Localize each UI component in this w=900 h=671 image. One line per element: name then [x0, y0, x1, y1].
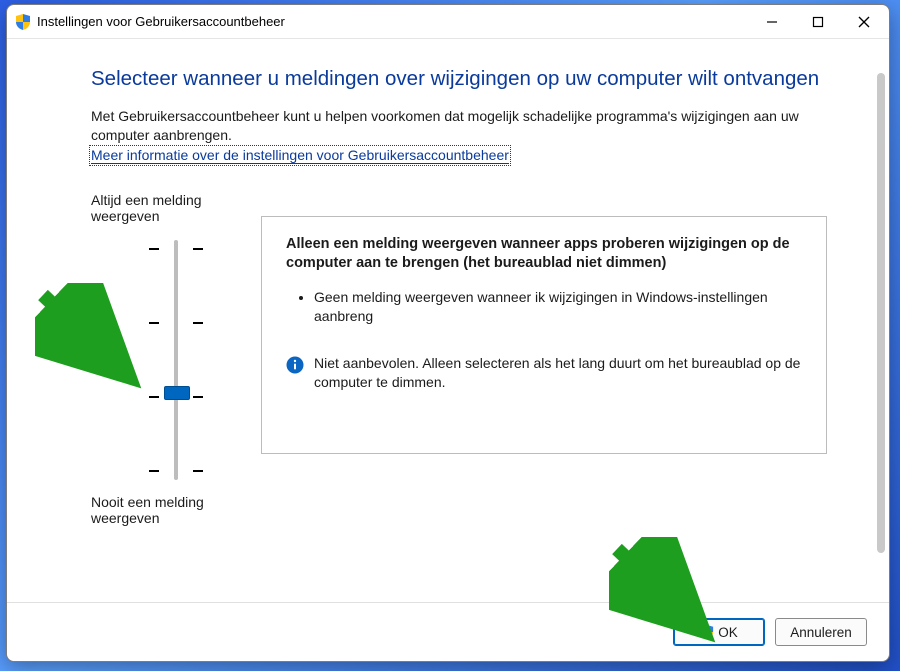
slider-tick-1	[149, 318, 203, 328]
slider-tick-0	[149, 244, 203, 254]
slider-track	[174, 240, 178, 480]
uac-settings-window: Instellingen voor Gebruikersaccountbehee…	[6, 4, 890, 662]
slider-tick-3	[149, 466, 203, 476]
level-description-panel: Alleen een melding weergeven wanneer app…	[261, 216, 827, 454]
level-bullet: Geen melding weergeven wanneer ik wijzig…	[314, 288, 806, 326]
info-text: Niet aanbevolen. Alleen selecteren als h…	[314, 354, 806, 392]
close-button[interactable]	[841, 6, 887, 38]
window-controls	[749, 6, 887, 38]
button-row: OK Annuleren	[7, 602, 889, 661]
slider-label-top: Altijd een melding weergeven	[91, 192, 261, 224]
slider-label-bottom: Nooit een melding weergeven	[91, 494, 261, 526]
slider-thumb[interactable]	[164, 386, 190, 400]
uac-shield-icon	[700, 625, 714, 639]
level-bullets: Geen melding weergeven wanneer ik wijzig…	[286, 288, 806, 326]
minimize-button[interactable]	[749, 6, 795, 38]
cancel-button[interactable]: Annuleren	[775, 618, 867, 646]
scrollbar[interactable]	[877, 73, 885, 553]
info-row: Niet aanbevolen. Alleen selecteren als h…	[286, 354, 806, 392]
help-link[interactable]: Meer informatie over de instellingen voo…	[91, 147, 509, 164]
intro-text: Met Gebruikersaccountbeheer kunt u helpe…	[91, 107, 827, 145]
maximize-button[interactable]	[795, 6, 841, 38]
page-heading: Selecteer wanneer u meldingen over wijzi…	[91, 67, 827, 91]
body-row: Altijd een melding weergeven Nooit een m…	[91, 192, 827, 526]
titlebar: Instellingen voor Gebruikersaccountbehee…	[7, 5, 889, 39]
slider-column: Altijd een melding weergeven Nooit een m…	[91, 192, 261, 526]
ok-button-label: OK	[718, 625, 738, 640]
client-area: Selecteer wanneer u meldingen over wijzi…	[7, 39, 889, 661]
scroll-area: Selecteer wanneer u meldingen over wijzi…	[7, 39, 871, 603]
window-title: Instellingen voor Gebruikersaccountbehee…	[37, 6, 749, 38]
uac-slider[interactable]	[149, 236, 319, 484]
level-title: Alleen een melding weergeven wanneer app…	[286, 235, 806, 274]
content: Selecteer wanneer u meldingen over wijzi…	[7, 39, 871, 526]
uac-shield-icon	[15, 14, 31, 30]
cancel-button-label: Annuleren	[790, 625, 852, 640]
ok-button[interactable]: OK	[673, 618, 765, 646]
